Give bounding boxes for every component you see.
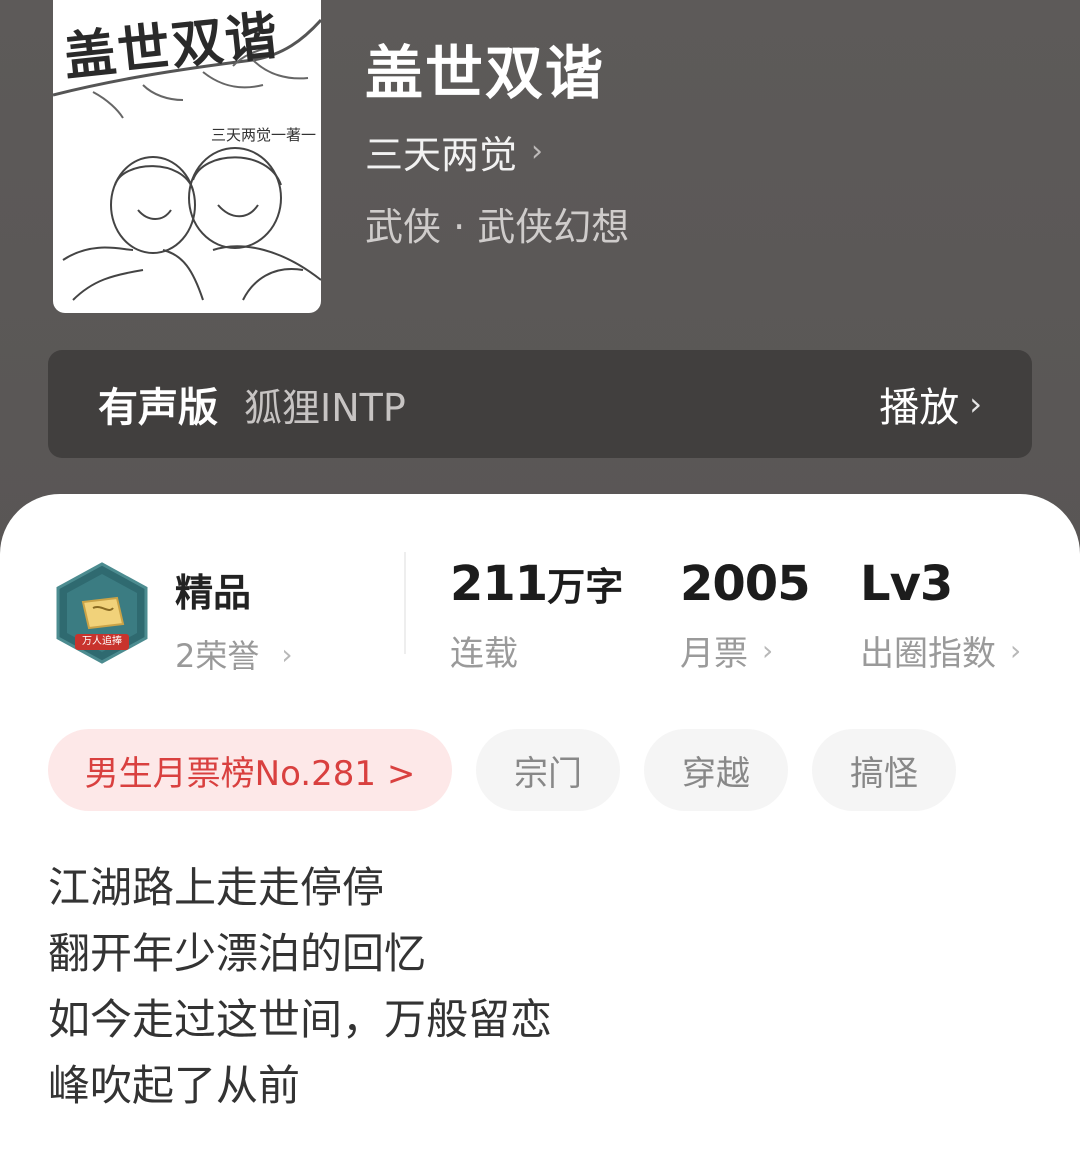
stats-divider bbox=[404, 552, 406, 654]
play-button[interactable]: 播放 › bbox=[879, 375, 982, 433]
word-count-unit: 万字 bbox=[547, 565, 624, 609]
word-count-value: 211 bbox=[450, 556, 548, 612]
chevron-right-icon: › bbox=[969, 385, 982, 423]
book-description[interactable]: 江湖路上走走停停 翻开年少漂泊的回忆 如今走过这世间，万般留恋 峰吹起了从前 bbox=[48, 860, 552, 1124]
chevron-right-icon: › bbox=[762, 634, 774, 667]
tag-time-travel[interactable]: 穿越 bbox=[644, 729, 788, 811]
author-name: 三天两觉 bbox=[365, 133, 518, 177]
book-cover[interactable]: 盖世双谐 三天两觉一著一 bbox=[53, 0, 321, 313]
influence-label: 出圈指数 bbox=[860, 634, 996, 674]
influence-value: Lv3 bbox=[860, 556, 953, 612]
serial-status: 连载 bbox=[450, 634, 518, 674]
word-count-stat: 211万字 连载 bbox=[450, 556, 623, 675]
chevron-right-icon: › bbox=[281, 637, 293, 671]
description-line: 江湖路上走走停停 bbox=[48, 863, 385, 912]
cover-author: 三天两觉一著一 bbox=[211, 126, 317, 144]
tag-sect[interactable]: 宗门 bbox=[476, 729, 620, 811]
monthly-votes-stat[interactable]: 2005 月票 › bbox=[680, 556, 811, 675]
quality-label: 精品 bbox=[175, 571, 252, 615]
audio-narrator: 狐狸INTP bbox=[244, 385, 406, 430]
tag-funny[interactable]: 搞怪 bbox=[812, 729, 956, 811]
genre-label: 武侠 · 武侠幻想 bbox=[365, 205, 630, 249]
audio-version-bar[interactable]: 有声版 狐狸INTP 播放 › bbox=[48, 350, 1032, 458]
monthly-votes-value: 2005 bbox=[680, 556, 811, 612]
monthly-votes-label: 月票 bbox=[680, 634, 748, 674]
description-line: 如今走过这世间，万般留恋 bbox=[48, 995, 553, 1044]
quality-badge-icon[interactable]: 万人追捧 bbox=[53, 562, 151, 666]
description-line: 峰吹起了从前 bbox=[48, 1061, 301, 1110]
chevron-right-icon: › bbox=[531, 134, 544, 169]
description-line: 翻开年少漂泊的回忆 bbox=[48, 929, 427, 978]
honors-count: 2荣誉 bbox=[175, 637, 260, 675]
chevron-right-icon: › bbox=[1010, 634, 1022, 667]
quality-honors[interactable]: 精品 2荣誉 › bbox=[175, 562, 293, 677]
monthly-ranking-tag[interactable]: 男生月票榜No.281 > bbox=[48, 729, 452, 811]
influence-index-stat[interactable]: Lv3 出圈指数 › bbox=[860, 556, 1021, 675]
play-label: 播放 bbox=[879, 385, 960, 431]
badge-banner-text: 万人追捧 bbox=[82, 636, 122, 647]
book-title: 盖世双谐 bbox=[365, 39, 606, 107]
audio-version-label: 有声版 bbox=[98, 385, 218, 431]
author-link[interactable]: 三天两觉 › bbox=[365, 124, 543, 179]
